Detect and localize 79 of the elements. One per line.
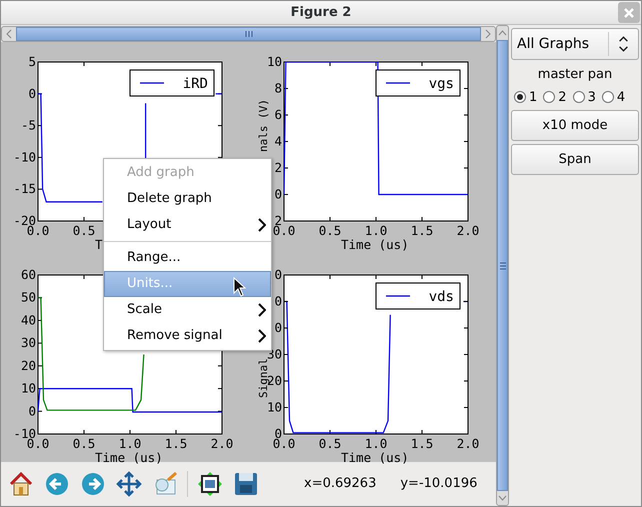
radio-icon [602, 91, 614, 104]
x-tick-label: 2.0 [456, 436, 480, 451]
y-tick-label: 0 [274, 294, 282, 308]
y-tick-label: 40 [20, 312, 36, 328]
y-tick-label: 50 [20, 290, 36, 305]
x-tick-label: 0.5 [318, 436, 342, 451]
legend-line-icon [140, 82, 164, 84]
radio-icon [572, 91, 585, 104]
y-tick-label: 0 [274, 320, 282, 335]
x-tick-label: 1.0 [118, 436, 142, 451]
y-coordinate-readout: y=-10.0196 [400, 475, 478, 494]
y-tick-label: 8 [274, 80, 282, 96]
radio-icon [543, 91, 556, 104]
radio-icon [514, 91, 526, 104]
legend-label: vgs [428, 76, 454, 92]
window-title: Figure 2 [290, 4, 352, 22]
y-tick-label: 5 [28, 54, 36, 69]
subplots-icon[interactable] [196, 470, 224, 498]
legend-label: vds [428, 289, 454, 305]
x-tick-label: 0.5 [72, 436, 96, 451]
panel-button[interactable]: x10 mode [511, 110, 639, 141]
x-tick-label: 2.0 [210, 436, 234, 451]
menu-item[interactable]: Layout [104, 212, 271, 238]
y-tick-label: 6 [274, 107, 282, 122]
x-axis-label: Time (us) [95, 450, 163, 465]
x-axis-label: T [95, 237, 103, 252]
panel-button[interactable]: Span [511, 144, 639, 175]
x-tick-label: 2.0 [456, 223, 480, 238]
legend-label: iRD [182, 76, 208, 92]
y-tick-label: 0 [28, 86, 36, 101]
close-button[interactable] [618, 2, 640, 23]
master-pan-label: master pan [536, 66, 614, 84]
x-tick-label: 0.5 [318, 223, 342, 238]
legend-line-icon [386, 295, 410, 297]
x-axis-label: Time (us) [341, 450, 409, 465]
horizontal-scrollbar[interactable] [1, 26, 496, 42]
y-tick-label: -5 [20, 118, 36, 133]
vertical-scrollbar[interactable] [496, 25, 509, 506]
menu-item[interactable]: Range... [104, 245, 271, 271]
y-tick-label: 10 [266, 400, 282, 414]
y-tick-label: 0 [28, 403, 36, 418]
x-tick-label: 1.0 [364, 436, 388, 451]
grip-icon [500, 262, 506, 270]
y-tick-label: 0 [274, 267, 282, 282]
radio-option[interactable]: 2 [543, 88, 567, 107]
y-axis-label: nals (V) [257, 99, 270, 152]
y-tick-label: -10 [13, 149, 36, 164]
x-tick-label: 1.5 [164, 436, 188, 451]
radio-option[interactable]: 1 [514, 88, 538, 107]
menu-item[interactable]: Delete graph [104, 186, 271, 212]
y-tick-label: 30 [20, 335, 36, 350]
y-tick-label: 0 [274, 186, 282, 202]
y-tick-label: 2 [274, 160, 282, 175]
y-tick-label: -15 [13, 181, 36, 196]
x-coordinate-readout: x=0.69263 [304, 475, 376, 494]
scrollbar-thumb[interactable] [497, 40, 508, 491]
x-tick-label: 0.5 [72, 223, 96, 238]
mouse-pointer-icon [233, 277, 246, 297]
menu-item[interactable]: Scale [104, 297, 271, 323]
close-icon [624, 8, 634, 18]
x-tick-label: 1.5 [410, 223, 434, 238]
menu-item[interactable]: Remove signal [104, 323, 271, 349]
y-tick-label: 10 [20, 380, 36, 396]
radio-option[interactable]: 3 [572, 88, 596, 107]
graph-select[interactable]: All Graphs [511, 28, 639, 60]
move-icon[interactable] [115, 470, 143, 498]
radio-option[interactable]: 4 [602, 88, 626, 107]
home-icon[interactable] [7, 470, 35, 498]
y-tick-label: 4 [274, 134, 282, 148]
scrollbar-thumb[interactable] [16, 27, 481, 41]
save-icon[interactable] [232, 470, 260, 498]
legend-line-icon [386, 82, 410, 84]
grip-icon [244, 31, 252, 37]
y-tick-label: 20 [20, 358, 36, 373]
y-tick-label: 10 [266, 54, 282, 69]
x-tick-label: 1.5 [410, 436, 434, 451]
y-tick-label: 60 [20, 267, 36, 282]
x-axis-label: Time (us) [341, 237, 409, 252]
x-tick-label: 1.0 [364, 223, 388, 238]
